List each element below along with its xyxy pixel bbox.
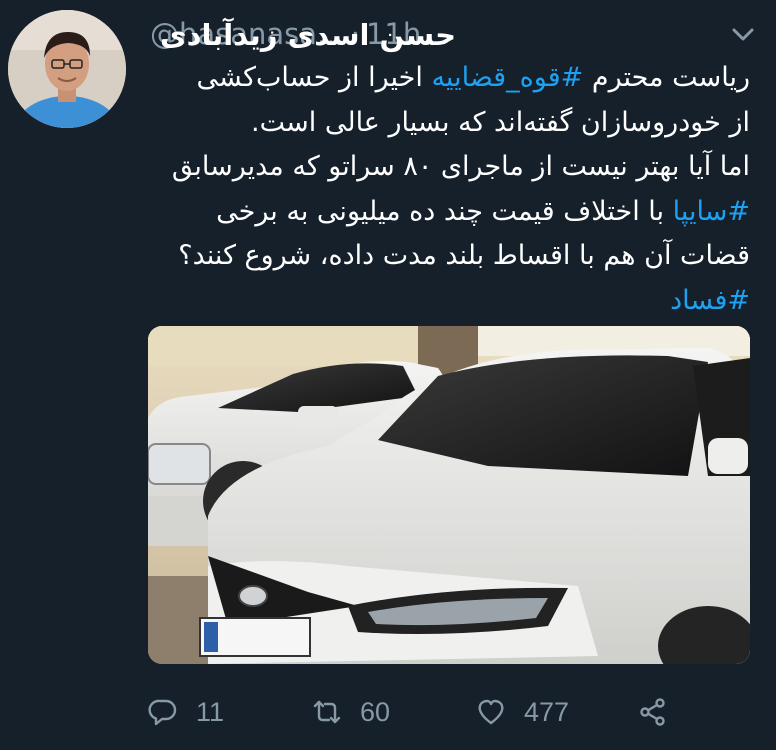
author-name-wrap: حسن اسدی زیدآبادی	[150, 18, 456, 52]
car-photo	[148, 326, 750, 664]
retweet-button[interactable]: 60	[312, 690, 390, 734]
tweet-line: از خودروسازان گفته‌اند که بسیار عالی است…	[251, 106, 750, 138]
reply-count: 11	[196, 696, 225, 727]
like-icon	[478, 699, 504, 725]
retweet-count: 60	[360, 696, 391, 727]
reply-icon	[148, 699, 177, 726]
chevron-down-icon[interactable]	[728, 22, 758, 46]
hashtag-link[interactable]: #سایپا	[673, 196, 750, 227]
tweet-header: @hasanasa... · 11h حسن اسدی زیدآبادی	[150, 12, 756, 56]
like-button[interactable]: 477	[476, 690, 569, 734]
tweet-line: #سایپا با اختلاف قیمت چند ده میلیونی به …	[216, 195, 750, 227]
tweet-action-bar: 11 60 477	[148, 690, 708, 734]
tweet-media-photo[interactable]	[148, 326, 750, 664]
reply-button[interactable]: 11	[148, 690, 224, 734]
share-button[interactable]	[638, 690, 668, 734]
author-avatar[interactable]	[8, 10, 126, 128]
author-name[interactable]: حسن اسدی زیدآبادی	[160, 18, 456, 52]
retweet-icon	[313, 700, 341, 724]
tweet-line: #فساد	[146, 279, 750, 324]
avatar-photo	[8, 10, 126, 128]
tweet-line: اما آیا بهتر نیست از ماجرای ۸۰ سراتو که …	[171, 151, 750, 182]
tweet-line: ریاست محترم #قوه_قضاییه اخیرا از حساب‌کش…	[196, 62, 750, 93]
share-icon	[640, 698, 665, 726]
like-count: 477	[524, 696, 570, 727]
tweet-text: ریاست محترم #قوه_قضاییه اخیرا از حساب‌کش…	[146, 56, 750, 323]
tweet-line: قضات آن هم با اقساط بلند مدت داده، شروع …	[178, 240, 750, 271]
hashtag-link[interactable]: #قوه_قضاییه	[431, 62, 583, 93]
hashtag-link[interactable]: #فساد	[670, 285, 750, 316]
